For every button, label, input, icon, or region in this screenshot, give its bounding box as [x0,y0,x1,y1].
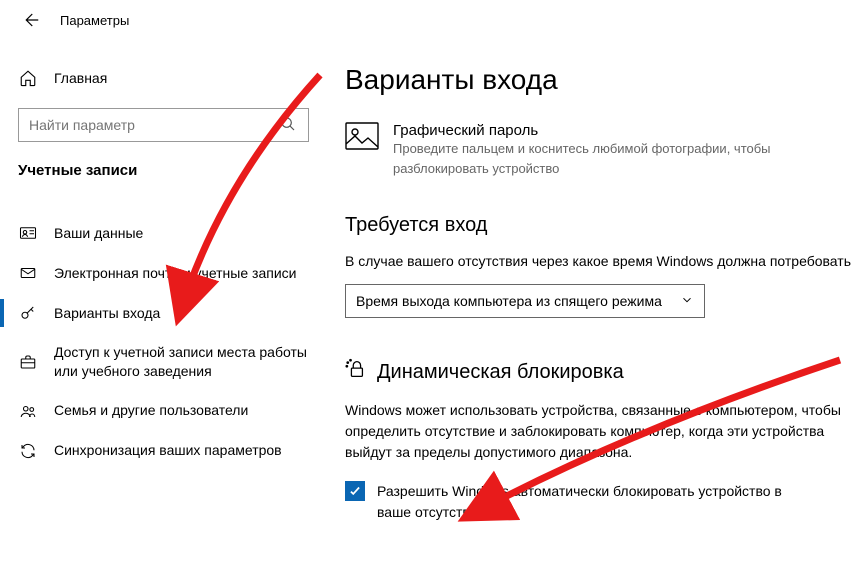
window-title: Параметры [60,13,129,28]
sidebar-section-title: Учетные записи [0,156,327,197]
picture-icon [345,122,379,150]
sidebar-item-label: Синхронизация ваших параметров [54,441,309,460]
back-button[interactable] [18,8,42,32]
sidebar-item-family[interactable]: Семья и другие пользователи [0,391,327,431]
sidebar-item-label: Семья и другие пользователи [54,401,309,420]
content-panel: Варианты входа Графический пароль Провед… [327,40,853,584]
search-input[interactable] [29,117,280,133]
search-icon [280,116,298,134]
sidebar-item-your-info[interactable]: Ваши данные [0,213,327,253]
checkbox-label: Разрешить Windows автоматически блокиров… [377,481,817,523]
sync-icon [18,441,38,461]
id-card-icon [18,223,38,243]
search-input-container[interactable] [18,108,309,142]
sidebar-item-signin-options[interactable]: Варианты входа [0,293,327,333]
section-require-signin-title: Требуется вход [345,214,853,237]
checkbox-checked[interactable] [345,481,365,501]
require-signin-dropdown[interactable]: Время выхода компьютера из спящего режим… [345,284,705,318]
sidebar-item-email-accounts[interactable]: Электронная почта и учетные записи [0,253,327,293]
section-dynamic-lock-title: Динамическая блокировка [345,358,853,386]
checkmark-icon [348,484,362,498]
mail-icon [18,263,38,283]
option-title: Графический пароль [393,122,813,139]
sidebar-item-work-school[interactable]: Доступ к учетной записи места работы или… [0,333,327,391]
key-icon [18,303,38,323]
briefcase-icon [18,352,38,372]
sidebar-home[interactable]: Главная [0,58,327,98]
sidebar-item-label: Варианты входа [54,304,309,323]
sidebar-item-label: Ваши данные [54,224,309,243]
sidebar-home-label: Главная [54,70,107,86]
sidebar: Главная Учетные записи Ваши данные Элект… [0,40,327,584]
dropdown-label: Время выхода компьютера из спящего режим… [356,293,680,309]
require-signin-desc: В случае вашего отсутствия через какое в… [345,251,853,272]
sidebar-item-label: Электронная почта и учетные записи [54,264,309,283]
page-title: Варианты входа [345,64,853,96]
dynamic-lock-checkbox-row[interactable]: Разрешить Windows автоматически блокиров… [345,481,853,523]
dynamic-lock-title-text: Динамическая блокировка [377,361,624,384]
sidebar-item-sync[interactable]: Синхронизация ваших параметров [0,431,327,471]
option-desc: Проведите пальцем и коснитесь любимой фо… [393,139,813,178]
home-icon [18,68,38,88]
chevron-down-icon [680,293,694,310]
sidebar-item-label: Доступ к учетной записи места работы или… [54,343,309,381]
dynamic-lock-desc: Windows может использовать устройства, с… [345,400,853,463]
people-icon [18,401,38,421]
option-picture-password[interactable]: Графический пароль Проведите пальцем и к… [345,122,853,178]
arrow-left-icon [21,11,39,29]
dynamic-lock-icon [345,358,367,386]
